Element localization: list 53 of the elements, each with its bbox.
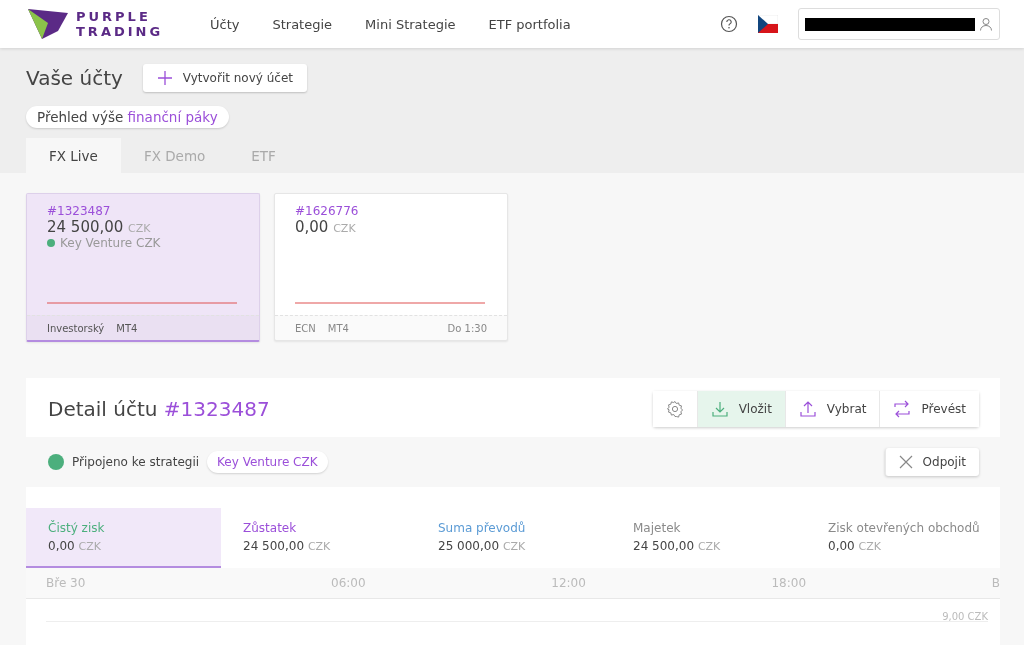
disconnect-button[interactable]: Odpojit [884, 448, 979, 476]
status-dot [47, 239, 55, 247]
metric-tab[interactable]: Čistý zisk 0,00 CZK [26, 508, 221, 568]
nav-link[interactable]: ETF portfolia [488, 16, 571, 32]
leverage-link[interactable]: Přehled výše finanční páky [26, 106, 229, 128]
metric-tab[interactable]: Zůstatek 24 500,00 CZK [221, 508, 416, 568]
settings-icon [665, 399, 684, 418]
account-card[interactable]: #1323487 24 500,00 CZK Key Venture CZK Investorský MT4 [26, 193, 260, 342]
strategy-link[interactable]: Key Venture CZK [207, 451, 328, 473]
metric-tab[interactable]: Zisk otevřených obchodů 0,00 CZK [806, 508, 1000, 568]
upload-icon [798, 399, 817, 418]
transfer-icon [893, 399, 912, 418]
account-card[interactable]: #1626776 0,00 CZK ECN MT4 Do 1:30 [274, 193, 508, 341]
create-account-button[interactable]: Vytvořit nový účet [142, 64, 307, 92]
axis-label: 9,00 CZK [942, 611, 988, 622]
user-icon [979, 17, 993, 31]
detail-title: Detail účtu #1323487 [48, 396, 270, 421]
download-icon [710, 399, 729, 418]
metric-tab[interactable]: Suma převodů 25 000,00 CZK [416, 508, 611, 568]
axis-label: B [991, 576, 1000, 590]
account-tab[interactable]: FX Live [26, 138, 121, 173]
logo-text: TRADING [76, 24, 164, 39]
leverage-text: Do 1:30 [447, 322, 487, 334]
plus-icon [156, 70, 173, 86]
account-tag: MT4 [116, 322, 138, 334]
help-icon[interactable] [720, 15, 738, 33]
nav-link[interactable]: Mini Strategie [365, 16, 456, 32]
status-dot [48, 454, 64, 470]
strategy-name: Key Venture CZK [60, 236, 161, 250]
axis-label: 06:00 [331, 576, 366, 590]
deposit-button[interactable]: Vložit [696, 390, 785, 427]
account-number: #1323487 [47, 204, 112, 218]
nav-link[interactable]: Strategie [272, 16, 333, 32]
account-balance: 24 500,00 CZK [47, 218, 152, 236]
logo-icon [28, 9, 68, 39]
withdraw-button[interactable]: Vybrat [784, 390, 880, 427]
connection-status: Připojeno ke strategii [72, 455, 200, 469]
account-tag: Investorský [47, 322, 105, 334]
page-title: Vaše účty [26, 66, 123, 90]
logo-text: PURPLE [76, 9, 152, 24]
account-number: #1626776 [295, 204, 360, 218]
flag-icon[interactable] [758, 15, 778, 33]
axis-label: Bře 30 [46, 576, 86, 590]
metric-tab[interactable]: Majetek 24 500,00 CZK [611, 508, 806, 568]
nav-link[interactable]: Účty [210, 16, 240, 32]
account-tag: MT4 [327, 322, 349, 334]
transfer-button[interactable]: Převést [879, 390, 979, 427]
account-tag: ECN [295, 322, 316, 334]
axis-label: 12:00 [551, 576, 586, 590]
account-balance: 0,00 CZK [295, 218, 357, 236]
close-icon [898, 455, 913, 469]
axis-label: 18:00 [771, 576, 807, 590]
user-field[interactable] [798, 8, 1000, 40]
